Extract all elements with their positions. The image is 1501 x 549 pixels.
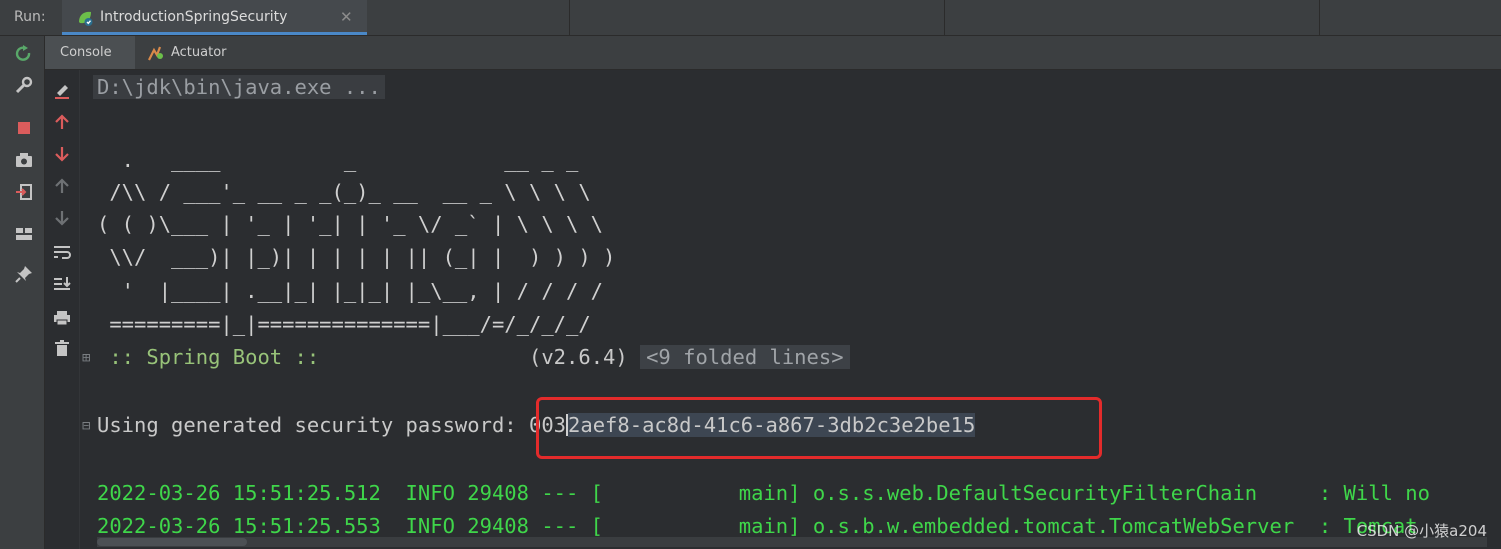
banner-line: . ____ _ __ _ _	[97, 148, 579, 172]
down-icon[interactable]	[52, 208, 72, 228]
log-line: 2022-03-26 15:51:25.512 INFO 29408 --- […	[97, 481, 1430, 505]
watermark: CSDN @小猿a204	[1356, 522, 1487, 540]
run-label: Run:	[14, 9, 46, 25]
banner-line: ' |____| .__|_| |_|_| |_\__, | / / / /	[97, 279, 604, 303]
banner-line: /\\ / ___'_ __ _ _(_)_ __ __ _ \ \ \ \	[97, 180, 591, 204]
clear-icon[interactable]	[52, 80, 72, 100]
soft-wrap-icon[interactable]	[52, 242, 72, 262]
tab-actuator-label: Actuator	[171, 45, 227, 60]
stop-icon[interactable]	[14, 118, 34, 138]
up-red-icon[interactable]	[52, 112, 72, 132]
close-icon[interactable]: ✕	[340, 8, 353, 26]
run-tab-label: IntroductionSpringSecurity	[100, 9, 288, 25]
actuator-icon	[148, 46, 163, 61]
horizontal-scrollbar[interactable]	[97, 537, 1487, 547]
scrollbar-thumb[interactable]	[97, 538, 247, 546]
exit-icon[interactable]	[14, 182, 34, 202]
console-side-toolbar	[45, 70, 80, 549]
run-toolbar: Run: IntroductionSpringSecurity ✕	[0, 0, 1501, 36]
spring-boot-version: (v2.6.4)	[528, 345, 628, 369]
tab-divider	[944, 0, 945, 35]
command-line: D:\jdk\bin\java.exe ...	[93, 75, 385, 99]
spring-boot-line: :: Spring Boot :: (v2.6.4) <9 folded lin…	[97, 345, 850, 369]
fold-collapse-icon[interactable]: ⊟	[82, 418, 90, 434]
camera-icon[interactable]	[14, 150, 34, 170]
active-tab-indicator	[62, 32, 367, 35]
wrench-icon[interactable]	[14, 76, 34, 96]
tab-console[interactable]: Console	[45, 36, 135, 69]
banner-line: =========|_|==============|___/=/_/_/_/	[97, 312, 591, 336]
console-output[interactable]: D:\jdk\bin\java.exe ... . ____ _ __ _ _ …	[80, 70, 1501, 549]
fold-expand-icon[interactable]: ⊞	[82, 350, 90, 366]
pin-icon[interactable]	[14, 264, 34, 284]
banner-line: ( ( )\___ | '_ | '_| | '_ \/ _` | \ \ \ …	[97, 212, 604, 236]
console-tab-bar: Console Actuator	[45, 36, 1501, 70]
folded-lines-marker[interactable]: <9 folded lines>	[640, 345, 850, 369]
run-tool-window-toolbar	[0, 36, 45, 549]
tab-divider	[569, 0, 570, 35]
tab-console-label: Console	[60, 45, 112, 60]
password-label: Using generated security password:	[97, 413, 529, 437]
rerun-icon[interactable]	[14, 44, 34, 64]
spring-boot-label: :: Spring Boot ::	[97, 345, 332, 369]
highlight-box	[536, 397, 1102, 459]
scroll-to-end-icon[interactable]	[52, 274, 72, 294]
spring-leaf-icon	[79, 11, 93, 26]
tab-actuator[interactable]: Actuator	[143, 36, 253, 69]
run-tab-introduction-spring-security[interactable]: IntroductionSpringSecurity ✕	[62, 0, 367, 35]
banner-line: \\/ ___)| |_)| | | | | || (_| | ) ) ) )	[97, 245, 616, 269]
down-red-icon[interactable]	[52, 144, 72, 164]
trash-icon[interactable]	[52, 338, 72, 358]
print-icon[interactable]	[52, 308, 72, 328]
log-line: 2022-03-26 15:51:25.553 INFO 29408 --- […	[97, 514, 1418, 538]
tab-divider	[1319, 0, 1320, 35]
layout-icon[interactable]	[14, 224, 34, 244]
up-icon[interactable]	[52, 176, 72, 196]
